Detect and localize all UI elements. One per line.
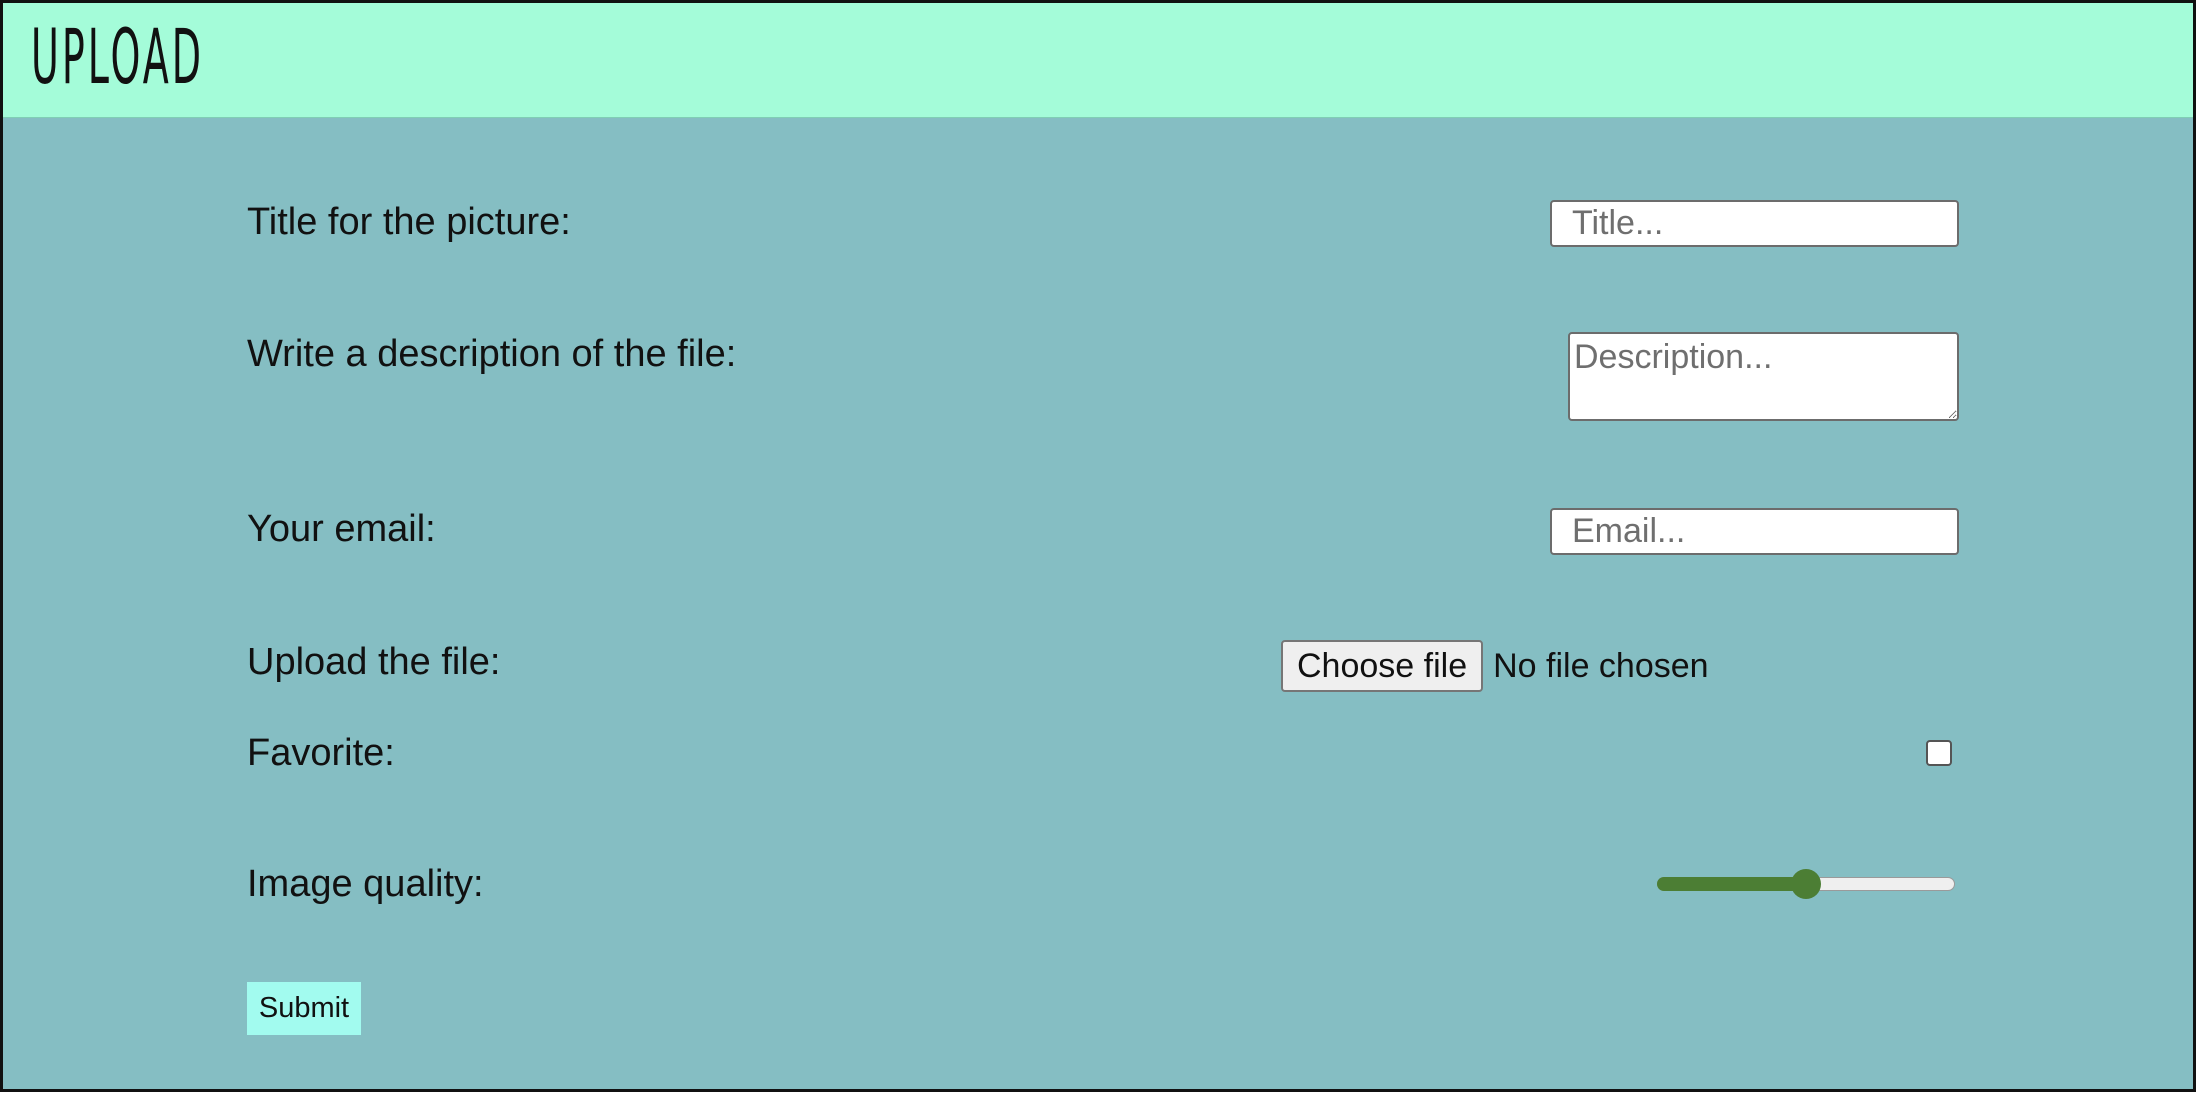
page-header: UPLOAD	[3, 3, 2193, 118]
description-textarea[interactable]	[1568, 332, 1959, 421]
file-label: Upload the file:	[247, 641, 501, 683]
file-status-text: No file chosen	[1493, 646, 1709, 685]
submit-button[interactable]: Submit	[247, 982, 361, 1035]
email-input[interactable]	[1550, 508, 1959, 555]
slider-fill	[1657, 877, 1806, 891]
favorite-label: Favorite:	[247, 732, 395, 774]
file-picker: Choose file No file chosen	[1281, 640, 1709, 692]
choose-file-button[interactable]: Choose file	[1281, 640, 1484, 692]
favorite-checkbox[interactable]	[1926, 740, 1952, 766]
description-label: Write a description of the file:	[247, 333, 737, 375]
page-title: UPLOAD	[31, 12, 205, 101]
slider-thumb[interactable]	[1791, 869, 1821, 899]
upload-page: UPLOAD Title for the picture: Write a de…	[0, 0, 2196, 1092]
quality-label: Image quality:	[247, 863, 484, 905]
email-label: Your email:	[247, 508, 436, 550]
title-input[interactable]	[1550, 200, 1959, 247]
title-label: Title for the picture:	[247, 201, 571, 243]
image-quality-slider[interactable]	[1657, 869, 1955, 899]
